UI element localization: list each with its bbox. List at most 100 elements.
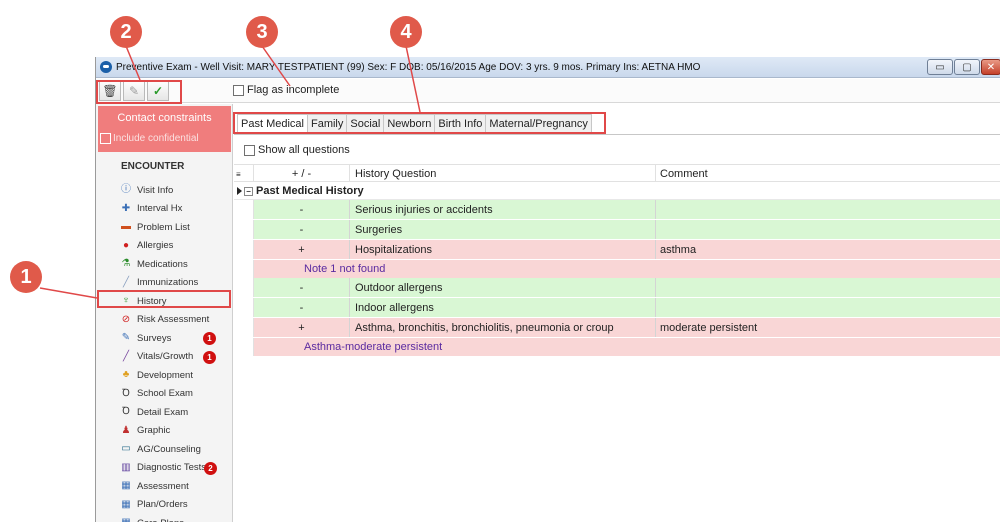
maximize-button[interactable]: ▢ [954,59,980,75]
question-cell: Outdoor allergens [350,278,656,297]
group-label: − Past Medical History [244,182,364,200]
sidebar-item-interval-hx[interactable]: ✚ Interval Hx [96,200,233,219]
collapse-icon[interactable]: − [244,186,253,196]
column-chooser[interactable]: ≡ [234,165,254,181]
show-all-questions[interactable]: Show all questions [244,144,350,156]
sidebar-item-surveys[interactable]: ✎ Surveys 1 [96,329,233,348]
medications-icon: ⚗ [121,258,131,270]
question-cell: Serious injuries or accidents [350,200,656,219]
plusminus-cell[interactable]: + [254,318,350,337]
sidebar-item-assessment[interactable]: ▦ Assessment [96,477,233,496]
comment-cell[interactable] [656,200,1000,219]
sidebar-item-label: Graphic [137,425,171,437]
sidebar-item-label: Detail Exam [137,406,189,418]
close-button[interactable]: ✕ [981,59,1000,75]
callout-1: 1 [10,261,42,293]
highlight-toolbar-buttons [96,80,182,104]
window-title: Preventive Exam - Well Visit: MARY TESTP… [116,61,701,73]
table-row[interactable]: - Indoor allergens [234,298,1000,318]
sidebar-item-risk-assessment[interactable]: ⊘ Risk Assessment [96,311,233,330]
table-row[interactable]: - Outdoor allergens [234,278,1000,298]
grid-rows: - Serious injuries or accidents - Surgeries… [234,200,1000,356]
sidebar-item-label: AG/Counseling [137,443,201,455]
column-plusminus[interactable]: + / - [254,165,350,181]
row-indicator [234,220,254,239]
plusminus-cell[interactable]: - [254,298,350,317]
show-all-questions-checkbox[interactable] [244,144,255,156]
visit-info-icon: ⓘ [121,184,131,196]
sidebar-item-label: Visit Info [137,184,174,196]
sidebar-item-label: Problem List [137,221,190,233]
assessment-icon: ▦ [121,480,131,492]
plan-orders-icon: ▦ [121,498,131,510]
callout-4: 4 [390,16,422,48]
flag-incomplete[interactable]: Flag as incomplete [233,84,339,96]
plusminus-cell[interactable]: - [254,278,350,297]
sidebar-item-ag-counseling[interactable]: ▭ AG/Counseling [96,440,233,459]
group-label-text: Past Medical History [256,185,364,197]
sidebar-item-problem-list[interactable]: ▬ Problem List [96,218,233,237]
table-row[interactable]: - Surgeries [234,220,1000,240]
sidebar-item-label: School Exam [137,388,193,400]
note-row: Asthma-moderate persistent [234,338,1000,356]
plusminus-cell[interactable]: + [254,240,350,259]
row-indicator [234,240,254,259]
question-cell: Hospitalizations [350,240,656,259]
table-row[interactable]: - Serious injuries or accidents [234,200,1000,220]
column-comment[interactable]: Comment [656,165,1000,181]
flag-incomplete-checkbox[interactable] [233,84,244,96]
group-row[interactable]: − Past Medical History [234,182,1000,200]
plusminus-cell[interactable]: - [254,200,350,219]
comment-cell[interactable] [656,298,1000,317]
notification-badge: 2 [204,461,217,475]
question-cell: Surgeries [350,220,656,239]
sidebar-item-label: Assessment [137,480,189,492]
comment-cell[interactable] [656,220,1000,239]
interval-hx-icon: ✚ [121,202,131,214]
sidebar-item-development[interactable]: ♣ Development [96,366,233,385]
comment-cell[interactable]: asthma [656,240,1000,259]
sidebar-item-plan-orders[interactable]: ▦ Plan/Orders [96,496,233,515]
sidebar-item-visit-info[interactable]: ⓘ Visit Info [96,181,233,200]
sidebar-item-label: Vitals/Growth [137,351,194,363]
history-grid: ≡ + / - History Question Comment − Past … [234,164,1000,356]
current-row-arrow-icon [237,187,242,195]
sidebar-item-allergies[interactable]: ● Allergies [96,237,233,256]
highlight-tabs [233,112,606,134]
sidebar-item-label: Interval Hx [137,203,183,215]
callout-2: 2 [110,16,142,48]
sidebar-item-diagnostic-tests[interactable]: ▥ Diagnostic Tests 2 [96,459,233,478]
column-question[interactable]: History Question [350,165,656,181]
comment-cell[interactable] [656,278,1000,297]
diagnostic-tests-icon: ▥ [121,461,131,473]
column-chooser-icon: ≡ [236,170,241,179]
table-row[interactable]: + Hospitalizations asthma [234,240,1000,260]
comment-cell[interactable]: moderate persistent [656,318,1000,337]
sidebar-item-school-exam[interactable]: Ꝺ School Exam [96,385,233,404]
app-logo-icon [100,61,112,73]
sidebar-item-label: Allergies [137,240,174,252]
sidebar-item-vitals-growth[interactable]: ╱ Vitals/Growth 1 [96,348,233,367]
minimize-button[interactable]: ▭ [927,59,953,75]
sidebar-item-graphic[interactable]: ♟ Graphic [96,422,233,441]
plusminus-cell[interactable]: - [254,220,350,239]
immunizations-icon: ╱ [122,276,130,288]
table-row[interactable]: + Asthma, bronchitis, bronchiolitis, pneu… [234,318,1000,338]
include-confidential[interactable]: Include confidential [100,133,199,144]
row-indicator [234,298,254,317]
encounter-nav: ⓘ Visit Info ✚ Interval Hx ▬ Problem List ● All… [96,181,233,522]
flag-incomplete-label: Flag as incomplete [247,84,340,96]
note-row: Note 1 not found [234,260,1000,278]
contact-constraints-title[interactable]: Contact constraints [98,112,231,124]
ag-counseling-icon: ▭ [121,443,131,455]
sidebar-item-medications[interactable]: ⚗ Medications [96,255,233,274]
sidebar-item-detail-exam[interactable]: Ꝺ Detail Exam [96,403,233,422]
title-bar: Preventive Exam - Well Visit: MARY TESTP… [96,57,1000,78]
row-indicator [234,278,254,297]
sidebar: Contact constraints Include confidential… [96,104,233,522]
include-confidential-checkbox[interactable] [100,133,111,144]
sidebar-item-label: Surveys [137,332,172,344]
sidebar-item-care-plans[interactable]: ▦ Care Plans [96,514,233,522]
question-cell: Asthma, bronchitis, bronchiolitis, pneum… [350,318,656,337]
row-indicator [234,200,254,219]
